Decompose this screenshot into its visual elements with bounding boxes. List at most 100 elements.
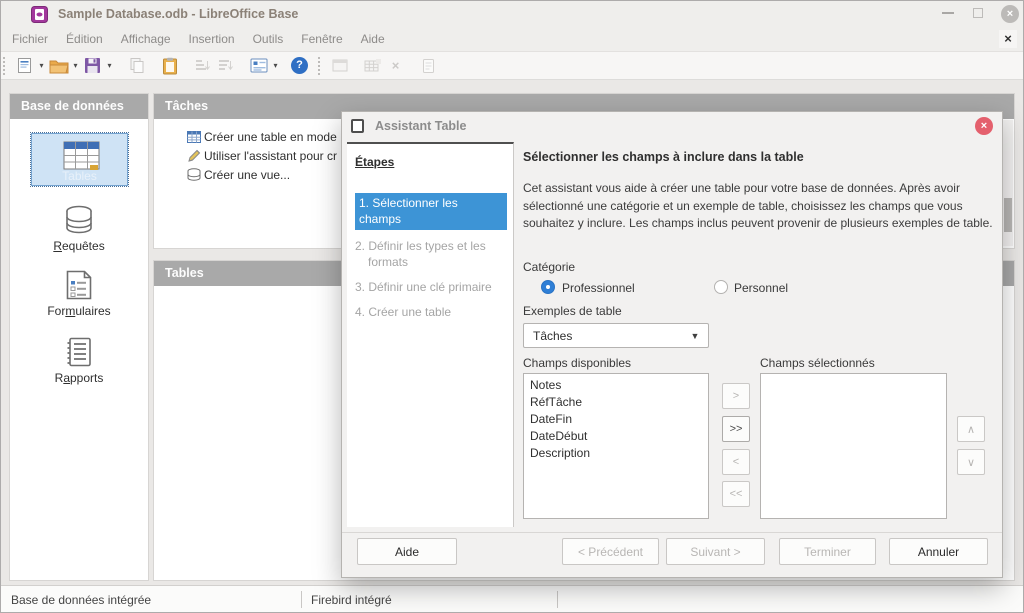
toolbar-grip[interactable] [318,56,324,75]
close-window-icon[interactable]: × [1001,5,1019,23]
menu-outils[interactable]: Outils [244,29,293,49]
table-examples-label: Exemples de table [523,304,622,318]
save-icon[interactable] [81,54,104,78]
tasks-scrollbar[interactable] [1003,120,1013,246]
remove-field-button: < [722,449,750,475]
copy-icon [125,54,148,78]
paste-icon[interactable] [158,54,181,78]
radio-professionnel-label[interactable]: Professionnel [562,281,635,295]
selected-example: Tâches [533,328,573,343]
queries-icon [66,205,92,234]
form-view-icon[interactable] [247,54,270,78]
dialog-close-icon[interactable]: × [975,117,993,135]
cancel-button[interactable]: Annuler [889,538,988,565]
menu-insertion[interactable]: Insertion [180,29,244,49]
task-label: Créer une table en mode [204,129,337,144]
dialog-heading: Sélectionner les champs à inclure dans l… [523,150,804,164]
wizard-steps-roadmap: Étapes 1. Sélectionner les champs 2. Déf… [347,142,514,527]
table-grid-icon [187,130,204,143]
forms-icon [66,270,92,300]
task-create-view[interactable]: Créer une vue... [187,165,290,184]
menu-edition[interactable]: Édition [57,29,112,49]
help-button[interactable]: Aide [357,538,457,565]
dialog-icon [351,119,364,133]
new-dropdown-icon[interactable]: ▾ [36,61,47,70]
sort-descending-icon [214,54,237,78]
view-dropdown-icon[interactable]: ▾ [270,61,281,70]
available-fields-list[interactable]: Notes RéfTâche DateFin DateDébut Descrip… [523,373,709,519]
save-dropdown-icon[interactable]: ▾ [104,61,115,70]
menu-bar: Fichier Édition Affichage Insertion Outi… [1,27,1023,51]
sort-ascending-icon [191,54,214,78]
main-toolbar: ▾ ▾ ▾ ▾ ? × [1,51,1023,80]
selected-fields-list[interactable] [760,373,947,519]
add-all-fields-button[interactable]: >> [722,416,750,442]
move-down-button: ∨ [957,449,985,475]
help-icon[interactable]: ? [291,57,308,74]
table-wizard-icon [361,54,384,78]
step-2-types-formats: 2. Définir les types et les formats [355,239,486,269]
available-fields-label: Champs disponibles [523,356,632,370]
task-label: Utiliser l'assistant pour cr [204,148,337,163]
steps-header: Étapes [355,155,395,169]
remove-all-fields-button: << [722,481,750,507]
title-bar: Sample Database.odb - LibreOffice Base × [1,1,1023,27]
table-design-icon [328,54,351,78]
reports-icon [67,337,91,367]
category-label: Catégorie [523,260,576,274]
step-3-primary-key: 3. Définir une clé primaire [355,280,492,294]
menu-fichier[interactable]: Fichier [3,29,57,49]
status-database-type: Base de données intégrée [11,593,152,607]
table-wizard-dialog: Assistant Table × Étapes 1. Sélectionner… [341,111,1003,578]
sidebar-item-label: Formulaires [47,304,111,318]
field-item[interactable]: Notes [524,377,708,394]
menu-fenetre[interactable]: Fenêtre [292,29,351,49]
window-title: Sample Database.odb - LibreOffice Base [58,7,299,21]
table-examples-select[interactable]: Tâches ▼ [523,323,709,348]
radio-professionnel[interactable] [541,280,555,294]
wizard-pencil-icon [187,149,204,163]
sidebar-item-tables[interactable]: Tables [30,132,129,187]
delete-icon: × [391,58,400,73]
rename-icon [417,54,440,78]
menu-affichage[interactable]: Affichage [112,29,180,49]
radio-personnel-label[interactable]: Personnel [734,281,788,295]
sidebar-item-label: Requêtes [53,239,105,253]
add-field-button: > [722,383,750,409]
scrollbar-thumb[interactable] [1004,198,1012,232]
buttons-separator [342,532,1002,533]
maximize-icon[interactable] [973,8,983,18]
dialog-title: Assistant Table [375,119,467,133]
sidebar-item-label: Rapports [54,371,104,385]
sidebar-item-requetes[interactable]: Requêtes [10,205,148,253]
step-1-select-fields[interactable]: 1. Sélectionner les champs [355,193,507,230]
radio-personnel[interactable] [714,280,728,294]
view-icon [187,168,204,181]
dialog-description: Cet assistant vous aide à créer une tabl… [523,181,993,230]
open-dropdown-icon[interactable]: ▾ [70,61,81,70]
task-use-wizard[interactable]: Utiliser l'assistant pour cr [187,146,337,165]
finish-button: Terminer [779,538,876,565]
close-document-icon[interactable]: × [999,30,1017,48]
step-4-create-table: 4. Créer une table [355,305,452,319]
sidebar-header: Base de données [10,94,148,119]
new-document-icon[interactable] [13,54,36,78]
status-separator [557,591,558,608]
sidebar-item-formulaires[interactable]: Formulaires [10,270,148,318]
dialog-title-bar[interactable]: Assistant Table × [342,112,1002,141]
status-separator [301,591,302,608]
chevron-down-icon[interactable]: ▼ [682,331,708,341]
toolbar-grip[interactable] [3,56,9,75]
field-item[interactable]: Description [524,445,708,462]
field-item[interactable]: DateDébut [524,428,708,445]
move-up-button: ∧ [957,416,985,442]
task-create-table-design[interactable]: Créer une table en mode [187,127,337,146]
task-label: Créer une vue... [204,167,291,182]
minimize-icon[interactable] [942,12,954,14]
menu-aide[interactable]: Aide [352,29,394,49]
field-item[interactable]: DateFin [524,411,708,428]
open-file-icon[interactable] [47,54,70,78]
field-item[interactable]: RéfTâche [524,394,708,411]
app-icon [31,6,48,23]
sidebar-item-rapports[interactable]: Rapports [10,337,148,385]
